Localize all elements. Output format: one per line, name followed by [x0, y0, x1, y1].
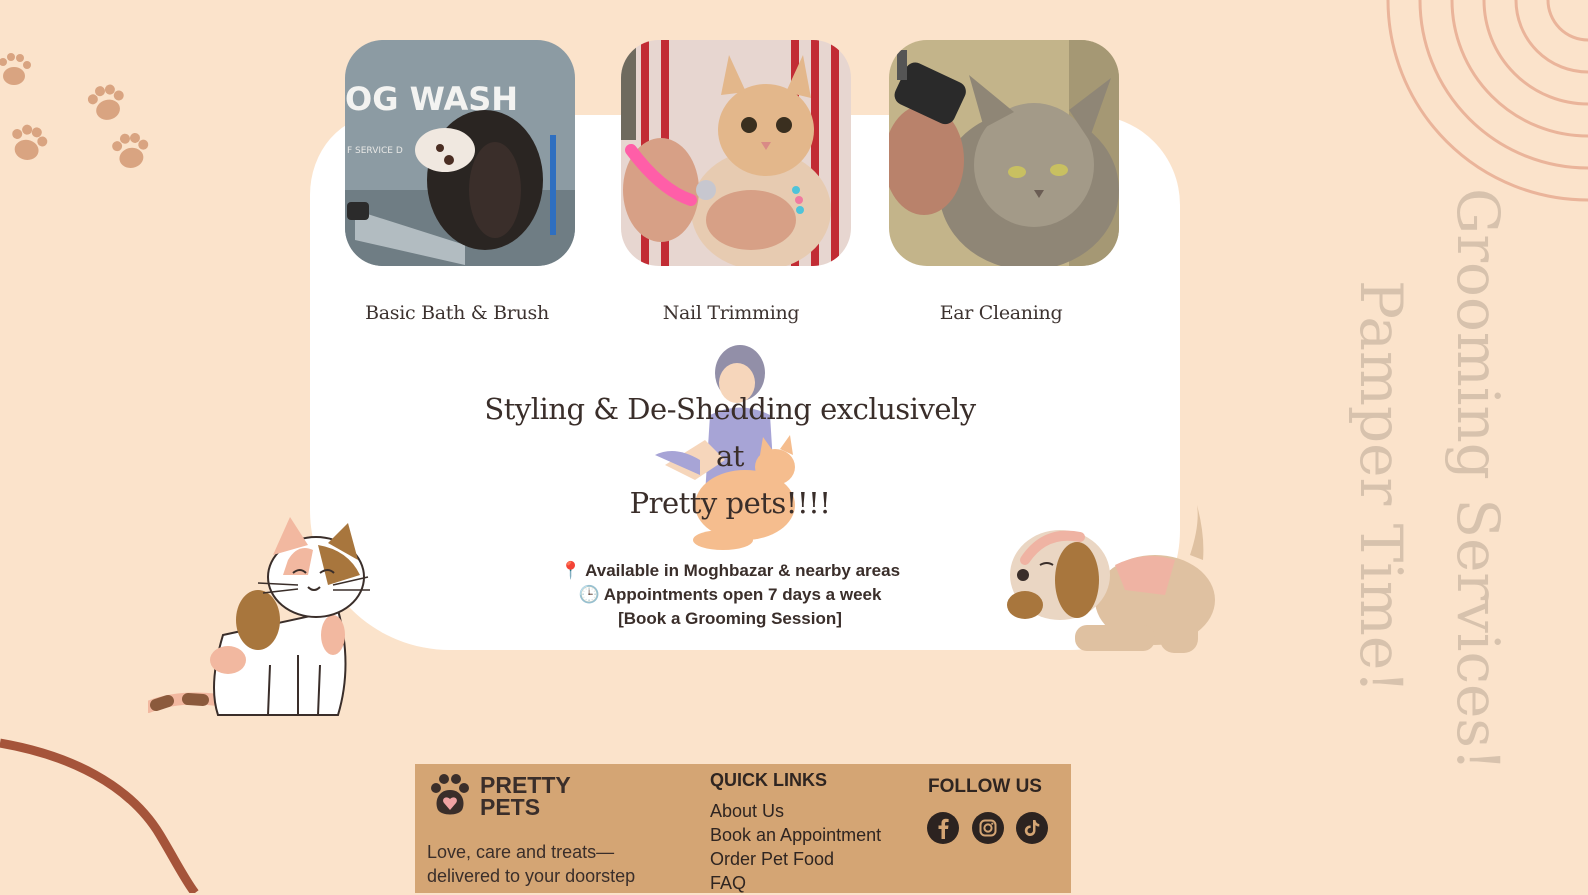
curve-decoration [0, 738, 199, 893]
quick-link-book[interactable]: Book an Appointment [710, 823, 881, 847]
quick-link-about[interactable]: About Us [710, 799, 881, 823]
service-photo-ears [889, 40, 1119, 266]
vertical-tagline-grooming: Grooming Services! [1444, 188, 1512, 772]
headline: Styling & De-Shedding exclusively at Pre… [430, 386, 1030, 527]
hours-text: Appointments open 7 days a week [603, 585, 882, 604]
location-text: Available in Moghbazar & nearby areas [585, 561, 901, 580]
hours-info: 🕒 Appointments open 7 days a week [470, 585, 990, 605]
book-grooming-link[interactable]: [Book a Grooming Session] [470, 609, 990, 629]
service-photo-nails [621, 40, 851, 266]
footer-tagline: Love, care and treats— delivered to your… [427, 840, 649, 888]
dog-illustration [1007, 505, 1215, 653]
service-label-bath: Basic Bath & Brush [365, 302, 549, 324]
service-photo-bath: OG WASH F SERVICE D [345, 40, 575, 266]
concentric-arcs-decoration [1386, 0, 1588, 202]
quick-link-order[interactable]: Order Pet Food [710, 847, 881, 871]
quick-links-list: About Us Book an Appointment Order Pet F… [710, 799, 881, 895]
paw-prints-decoration [0, 53, 149, 168]
quick-links-title: QUICK LINKS [710, 770, 827, 790]
brand-line-2: PETS [480, 794, 541, 820]
instagram-icon[interactable] [972, 812, 1004, 844]
brand-line-1: PRETTY [480, 772, 571, 798]
facebook-icon[interactable] [927, 812, 959, 844]
service-label-ears: Ear Cleaning [939, 302, 1063, 324]
headline-line-3: Pretty pets!!!! [629, 486, 831, 520]
tagline-line-1: Love, care and treats— [427, 842, 615, 862]
service-label-nails: Nail Trimming [662, 302, 800, 324]
cat-illustration [148, 517, 370, 716]
quick-link-faq[interactable]: FAQ [710, 871, 881, 895]
tiktok-icon[interactable] [1016, 812, 1048, 844]
headline-line-1: Styling & De-Shedding exclusively [484, 392, 976, 426]
vertical-tagline-pamper: Pamper Time! [1347, 280, 1415, 694]
location-info: 📍 Available in Moghbazar & nearby areas [470, 561, 990, 581]
headline-line-2: at [716, 439, 744, 473]
follow-us-title: FOLLOW US [928, 776, 1042, 797]
clock-icon: 🕒 [578, 585, 600, 604]
location-pin-icon: 📍 [559, 561, 582, 580]
svg-text:F SERVICE D: F SERVICE D [347, 146, 403, 156]
brand-name: PRETTY PETS [480, 772, 571, 820]
paw-logo-icon [431, 774, 469, 815]
tagline-line-2: delivered to your doorstep [427, 866, 636, 886]
